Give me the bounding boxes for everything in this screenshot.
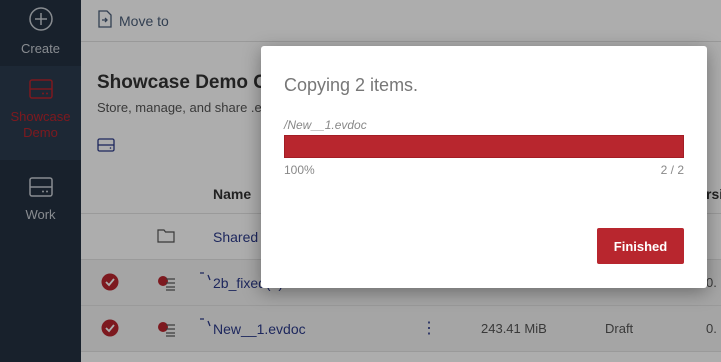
progress-percent: 100% <box>284 163 315 177</box>
progress-count: 2 / 2 <box>660 163 684 177</box>
finished-button[interactable]: Finished <box>597 228 684 264</box>
copy-progress-dialog: Copying 2 items. /New__1.evdoc 100% 2 / … <box>261 46 707 288</box>
dialog-title: Copying 2 items. <box>284 75 419 95</box>
current-file-path: /New__1.evdoc <box>284 118 367 132</box>
progress-fill <box>285 136 683 157</box>
progress-bar <box>284 135 684 158</box>
